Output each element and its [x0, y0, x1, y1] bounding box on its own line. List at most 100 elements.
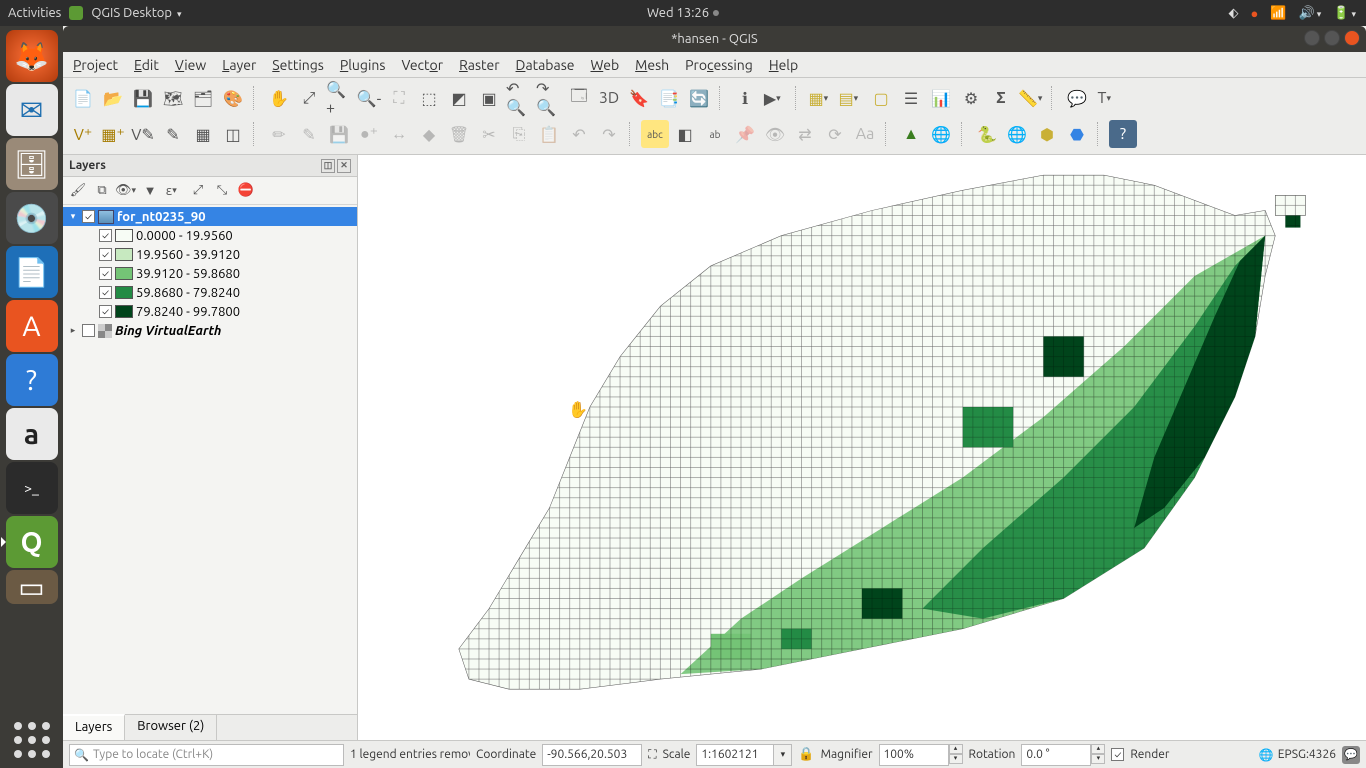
layer-row-bing[interactable]: ▸ Bing VirtualEarth [63, 321, 357, 340]
scale-field[interactable]: 1:1602121 [696, 744, 774, 766]
open-project-button[interactable]: 📂 [99, 84, 127, 112]
launcher-amazon[interactable]: a [6, 408, 58, 460]
show-layout-manager-button[interactable]: 🗂 [189, 84, 217, 112]
filter-expression-button[interactable]: ε▾ [163, 180, 185, 202]
launcher-terminal[interactable]: >_ [6, 462, 58, 514]
scale-lock-icon[interactable]: 🔒 [798, 747, 814, 762]
add-raster-layer-button[interactable]: ▦⁺ [99, 120, 127, 148]
window-maximize-button[interactable] [1324, 30, 1340, 46]
rotation-field[interactable]: 0.0 ° [1021, 744, 1091, 766]
legend-class-row[interactable]: ✓ 39.9120 - 59.8680 [63, 264, 357, 283]
new-shapefile-button[interactable]: V✎ [129, 120, 157, 148]
launcher-software[interactable]: A [6, 300, 58, 352]
zoom-native-button[interactable]: ⛶ [385, 84, 413, 112]
save-layer-edits-button[interactable]: 💾 [325, 120, 353, 148]
rotate-label-button[interactable]: ⟳ [821, 120, 849, 148]
processing-toolbox-button[interactable]: ⚙ [957, 84, 985, 112]
change-label-button[interactable]: Aa [851, 120, 879, 148]
launcher-writer[interactable]: 📄 [6, 246, 58, 298]
open-attribute-table-button[interactable]: ☰ [897, 84, 925, 112]
legend-class-row[interactable]: ✓ 79.8240 - 99.7800 [63, 302, 357, 321]
pan-to-selection-button[interactable]: ⤢ [295, 84, 323, 112]
menu-database[interactable]: Database [516, 57, 575, 73]
crs-label[interactable]: EPSG:4326 [1278, 748, 1336, 761]
move-feature-button[interactable]: ↔ [385, 120, 413, 148]
class-visibility-checkbox[interactable]: ✓ [99, 248, 112, 261]
panel-close-button[interactable]: ✕ [337, 159, 351, 173]
legend-class-row[interactable]: ✓ 0.0000 - 19.9560 [63, 226, 357, 245]
manage-visibility-button[interactable]: 👁▾ [115, 180, 137, 202]
cut-features-button[interactable]: ✂ [475, 120, 503, 148]
launcher-thunderbird[interactable]: ✉ [6, 84, 58, 136]
new-map-view-button[interactable]: 🗔 [565, 84, 593, 112]
menu-web[interactable]: Web [591, 57, 620, 73]
layer-style-button[interactable]: 🖌 [67, 180, 89, 202]
coordinate-field[interactable]: -90.566,20.503 [542, 744, 642, 766]
magnifier-field[interactable]: 100% [879, 744, 949, 766]
menu-raster[interactable]: Raster [459, 57, 499, 73]
menu-processing[interactable]: Processing [685, 57, 753, 73]
panel-float-button[interactable]: ◫ [321, 159, 335, 173]
launcher-help[interactable]: ? [6, 354, 58, 406]
magnifier-spinner[interactable]: ▴▾ [949, 744, 963, 766]
menu-vector[interactable]: Vector [401, 57, 443, 73]
messages-log-button[interactable]: 💬 [1342, 746, 1360, 764]
sound-tray-icon[interactable]: 🔊▾ [1299, 6, 1322, 21]
undo-button[interactable]: ↶ [565, 120, 593, 148]
diagram-tool-button[interactable]: ◧ [671, 120, 699, 148]
app-menu[interactable]: QGIS Desktop ▾ [91, 6, 181, 20]
select-by-value-button[interactable]: ▤▾ [837, 84, 865, 112]
new-project-button[interactable]: 📄 [69, 84, 97, 112]
zoom-to-layer-button[interactable]: ▣ [475, 84, 503, 112]
toggle-extent-icon[interactable]: ⛶ [648, 748, 656, 762]
action-run-button[interactable]: ▶▾ [761, 84, 789, 112]
layer-visibility-checkbox[interactable]: ✓ [82, 210, 95, 223]
delete-selected-button[interactable]: 🗑 [445, 120, 473, 148]
add-vector-layer-button[interactable]: V⁺ [69, 120, 97, 148]
collapse-all-button[interactable]: ⤡ [211, 180, 233, 202]
layers-panel-header[interactable]: Layers ◫ ✕ [63, 155, 357, 177]
new-virtual-layer-button[interactable]: ◫ [219, 120, 247, 148]
zoom-last-button[interactable]: ↶🔍 [505, 84, 533, 112]
layer-visibility-checkbox[interactable] [82, 324, 95, 337]
clock[interactable]: Wed 13:26 [647, 6, 719, 20]
filter-legend-button[interactable]: ▼ [139, 180, 161, 202]
pin-label-button[interactable]: 📌 [731, 120, 759, 148]
add-group-button[interactable]: ⧉ [91, 180, 113, 202]
plugin-osm-button[interactable]: ⬣ [1063, 120, 1091, 148]
menu-edit[interactable]: Edit [134, 57, 159, 73]
launcher-qgis[interactable]: Q [6, 516, 58, 568]
zoom-full-button[interactable]: ⬚ [415, 84, 443, 112]
new-geopackage-button[interactable]: ✎ [159, 120, 187, 148]
locator-input[interactable]: 🔍 Type to locate (Ctrl+K) [69, 744, 344, 766]
scale-dropdown-button[interactable]: ▾ [774, 744, 792, 766]
grass-tools-button[interactable]: ▲ [897, 120, 925, 148]
network-tray-icon[interactable]: 📶 [1270, 6, 1286, 21]
activities-button[interactable]: Activities [8, 6, 61, 20]
crs-icon[interactable]: 🌐 [1259, 748, 1274, 762]
highlight-label-button[interactable]: ab [701, 120, 729, 148]
menu-layer[interactable]: Layer [222, 57, 256, 73]
layers-tree[interactable]: ▾ ✓ for_nt0235_90 ✓ 0.0000 - 19.9560 ✓ 1… [63, 205, 357, 714]
paste-features-button[interactable]: 📋 [535, 120, 563, 148]
zoom-next-button[interactable]: ↷🔍 [535, 84, 563, 112]
style-manager-button[interactable]: 🎨 [219, 84, 247, 112]
new-print-layout-button[interactable]: 🗺 [159, 84, 187, 112]
render-checkbox[interactable]: ✓ [1111, 748, 1124, 761]
new-3d-map-view-button[interactable]: 3D [595, 84, 623, 112]
window-minimize-button[interactable] [1304, 30, 1320, 46]
show-applications-button[interactable] [8, 716, 56, 764]
statistical-summary-button[interactable]: Σ [987, 84, 1015, 112]
add-feature-button[interactable]: ●⁺ [355, 120, 383, 148]
new-bookmark-button[interactable]: 🔖 [625, 84, 653, 112]
measure-line-button[interactable]: 📏▾ [1017, 84, 1045, 112]
window-titlebar[interactable]: *hansen - QGIS [63, 26, 1366, 52]
menu-help[interactable]: Help [769, 57, 798, 73]
tab-browser[interactable]: Browser (2) [125, 715, 217, 740]
field-calculator-button[interactable]: 📊 [927, 84, 955, 112]
save-project-button[interactable]: 💾 [129, 84, 157, 112]
node-tool-button[interactable]: ◆ [415, 120, 443, 148]
launcher-rhythmbox[interactable]: 💿 [6, 192, 58, 244]
window-close-button[interactable] [1344, 30, 1360, 46]
rotation-spinner[interactable]: ▴▾ [1091, 744, 1105, 766]
